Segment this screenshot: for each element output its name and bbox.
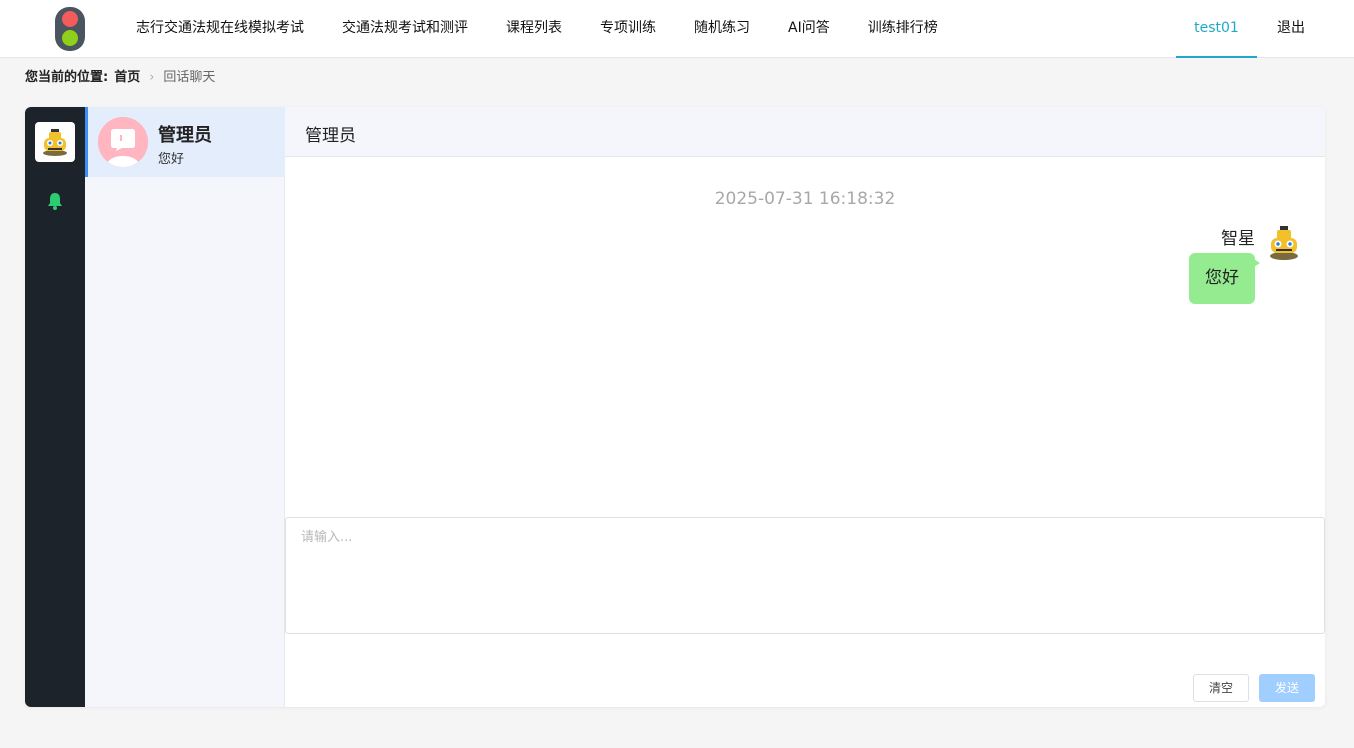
chat-window: 管理员 您好 管理员 2025-07-31 16:18:32 智星 您好 清空 … [25, 107, 1325, 707]
chat-header: 管理员 [285, 107, 1325, 157]
contact-list: 管理员 您好 [85, 107, 285, 707]
taxi-avatar-icon[interactable] [35, 122, 75, 162]
contact-name: 管理员 [158, 125, 212, 146]
nav-item-exam[interactable]: 交通法规考试和测评 [323, 0, 487, 58]
clear-button[interactable]: 清空 [1193, 674, 1249, 702]
taxi-avatar-icon [1270, 226, 1298, 260]
breadcrumb-home-link[interactable]: 首页 [114, 67, 140, 89]
chat-side-rail [25, 107, 85, 707]
breadcrumb: 您当前的位置: 首页 › 回话聊天 [25, 67, 215, 89]
breadcrumb-separator: › [149, 70, 155, 85]
nav-item-home[interactable]: 志行交通法规在线模拟考试 [117, 0, 323, 58]
bell-icon[interactable] [45, 191, 65, 211]
contact-avatar [98, 117, 148, 167]
main-nav: 志行交通法规在线模拟考试 交通法规考试和测评 课程列表 专项训练 随机练习 AI… [117, 0, 957, 58]
nav-item-random-practice[interactable]: 随机练习 [675, 0, 769, 58]
nav-item-courses[interactable]: 课程列表 [487, 0, 581, 58]
top-navbar: 志行交通法规在线模拟考试 交通法规考试和测评 课程列表 专项训练 随机练习 AI… [0, 0, 1354, 58]
message-sender-name: 智星 [1221, 229, 1255, 249]
message-bubble: 您好 [1189, 253, 1260, 304]
breadcrumb-label: 您当前的位置: [25, 70, 109, 85]
contact-item-admin[interactable]: 管理员 您好 [85, 107, 285, 177]
chat-panel: 管理员 2025-07-31 16:18:32 智星 您好 清空 发送 [285, 107, 1325, 707]
nav-item-special-training[interactable]: 专项训练 [581, 0, 675, 58]
message-timestamp: 2025-07-31 16:18:32 [714, 189, 896, 209]
breadcrumb-current: 回话聊天 [163, 70, 216, 85]
contact-last-message: 您好 [158, 152, 185, 167]
user-menu[interactable]: test01 [1176, 0, 1257, 58]
message-input[interactable] [285, 517, 1325, 634]
nav-item-ai-qa[interactable]: AI问答 [769, 0, 849, 58]
traffic-light-logo-icon[interactable] [53, 6, 87, 52]
logout-button[interactable]: 退出 [1266, 0, 1316, 58]
nav-item-leaderboard[interactable]: 训练排行榜 [849, 0, 957, 58]
chat-title: 管理员 [305, 126, 356, 146]
send-button[interactable]: 发送 [1259, 674, 1315, 702]
